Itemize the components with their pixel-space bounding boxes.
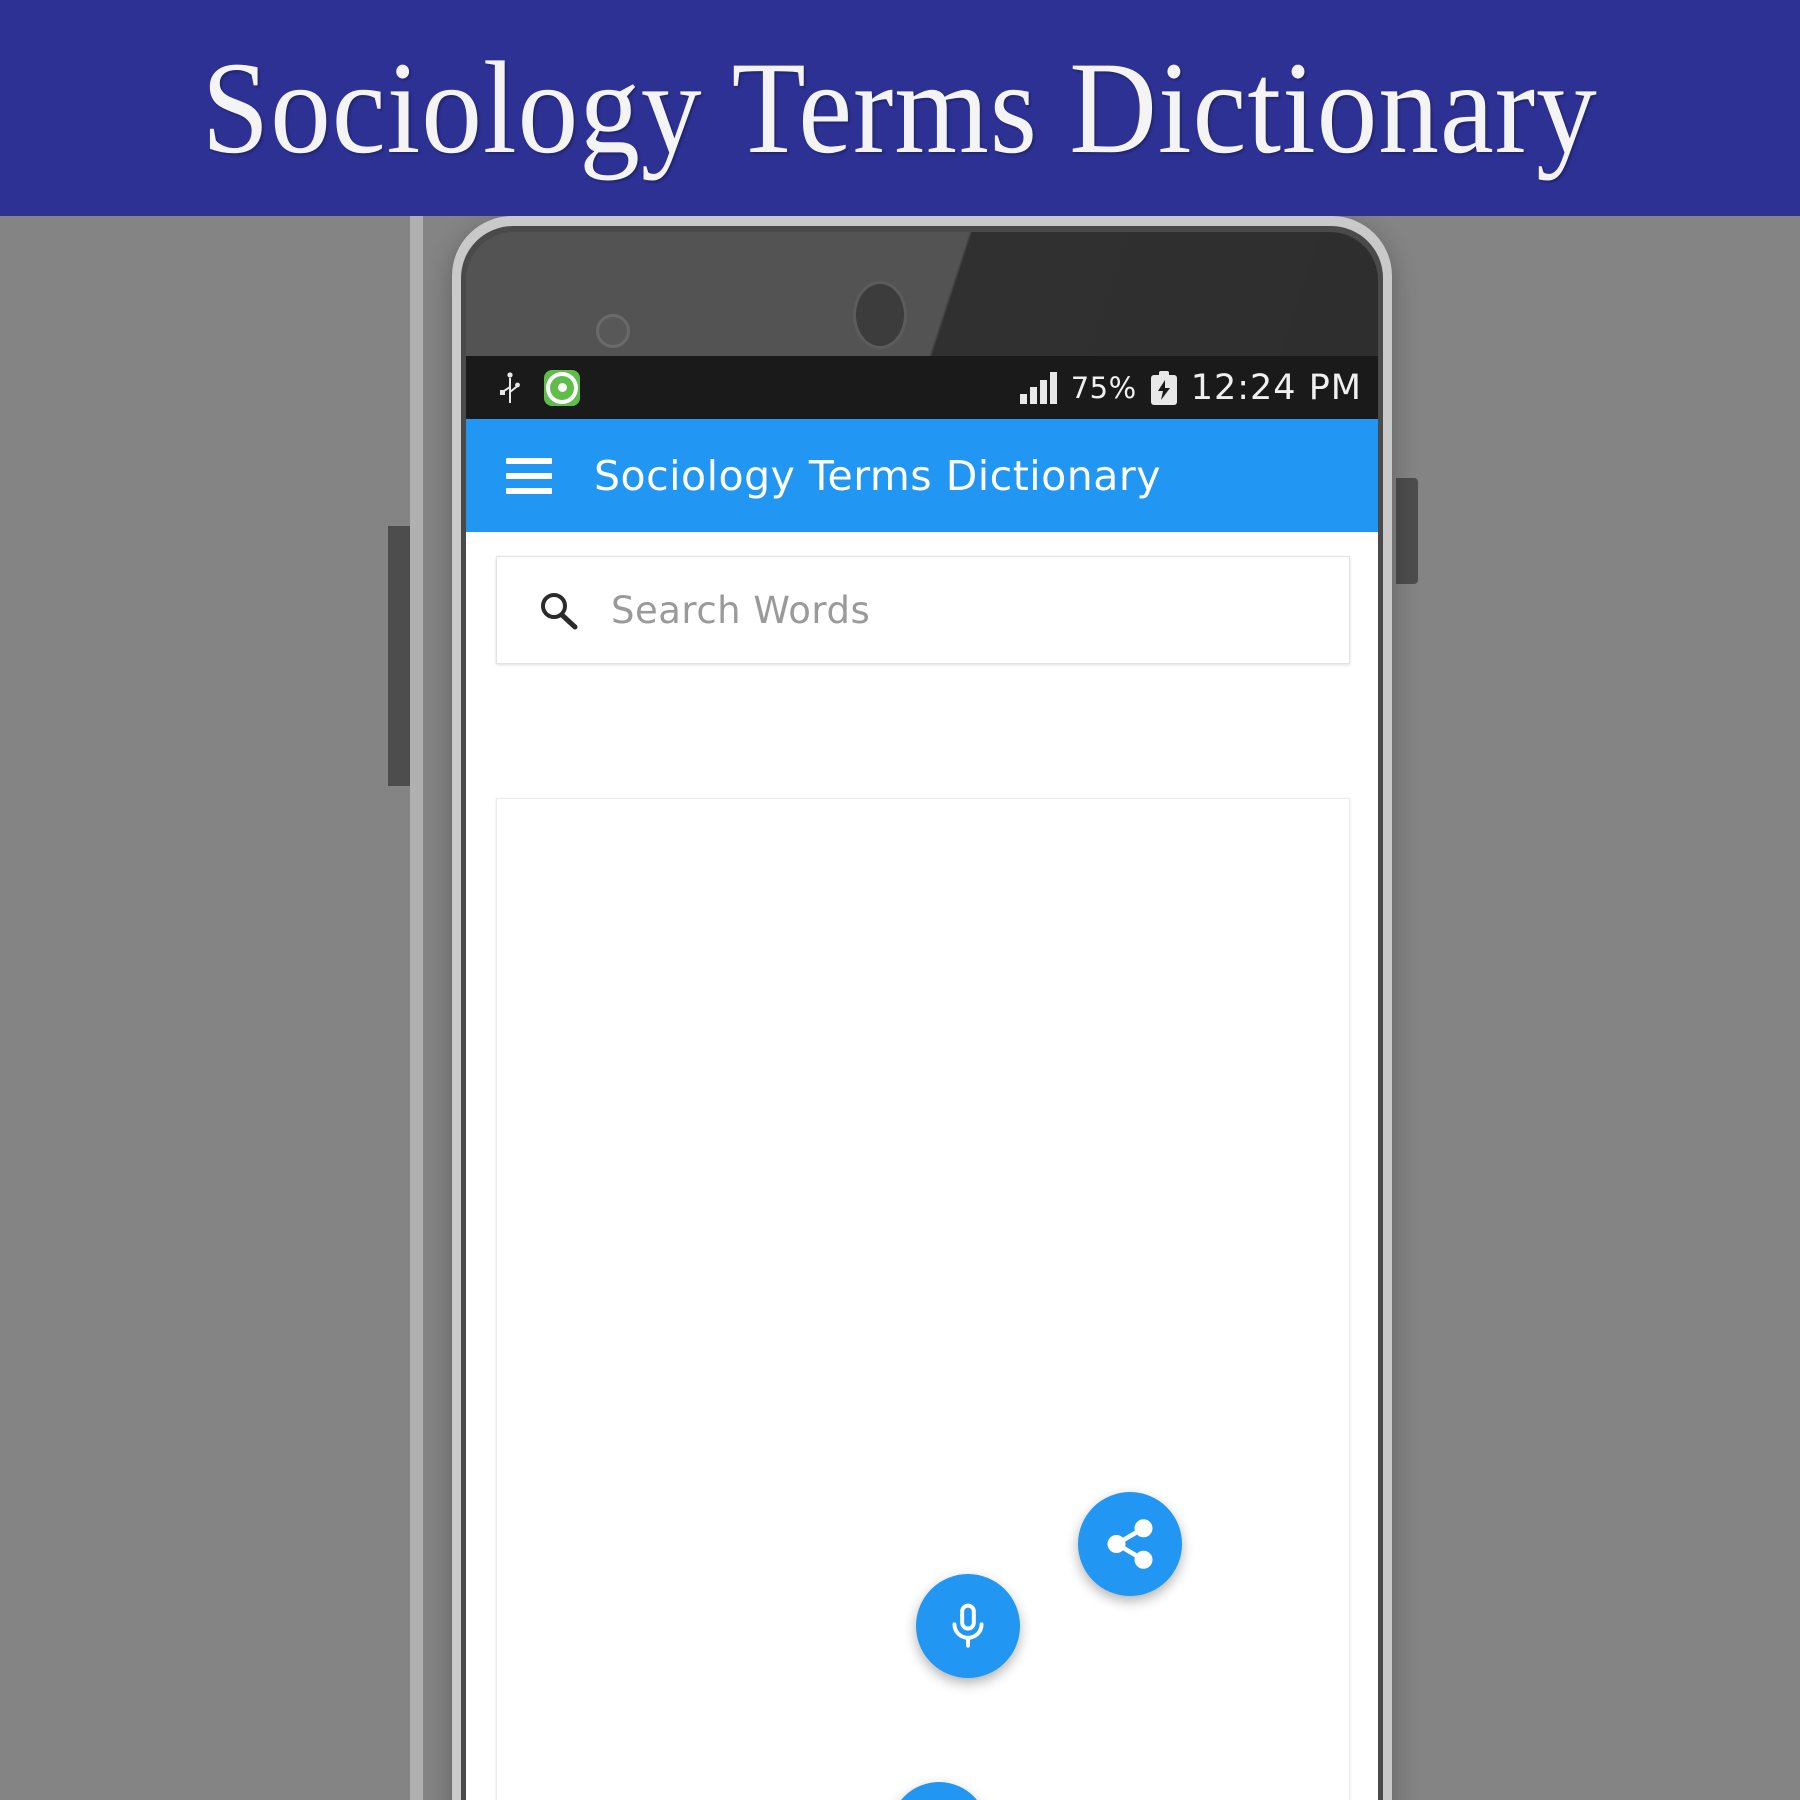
signal-bars-icon [1019, 371, 1057, 404]
app-bar: Sociology Terms Dictionary [466, 419, 1378, 532]
battery-percent-label: 75% [1070, 370, 1137, 405]
search-placeholder: Search Words [611, 588, 871, 632]
earpiece-speaker-icon [856, 284, 904, 346]
hamburger-menu-icon[interactable] [506, 457, 552, 494]
search-input[interactable]: Search Words [496, 556, 1350, 664]
device-mockup-stage: 75% 12:24 PM Sociology Terms Dictionary [0, 216, 1800, 1800]
battery-charging-icon [1150, 370, 1177, 405]
volume-button[interactable] [388, 526, 410, 786]
share-icon [1107, 1519, 1153, 1569]
search-icon [541, 593, 578, 630]
app-bar-title: Sociology Terms Dictionary [594, 451, 1161, 500]
microphone-icon [952, 1603, 984, 1648]
promo-title: Sociology Terms Dictionary [201, 34, 1599, 181]
power-button[interactable] [1396, 478, 1418, 584]
promo-banner: Sociology Terms Dictionary [0, 0, 1800, 216]
microphone-fab[interactable] [916, 1574, 1020, 1678]
front-camera-icon [596, 314, 630, 348]
usb-icon [500, 371, 520, 403]
phone-device: 75% 12:24 PM Sociology Terms Dictionary [388, 216, 1418, 1800]
screen-recorder-icon [544, 369, 580, 406]
app-content-area: Search Words [466, 532, 1378, 1800]
share-fab[interactable] [1078, 1492, 1182, 1596]
phone-left-edge-trim [410, 216, 423, 1800]
phone-screen: 75% 12:24 PM Sociology Terms Dictionary [466, 356, 1378, 1800]
status-bar: 75% 12:24 PM [466, 356, 1378, 419]
status-bar-clock: 12:24 PM [1190, 367, 1362, 408]
